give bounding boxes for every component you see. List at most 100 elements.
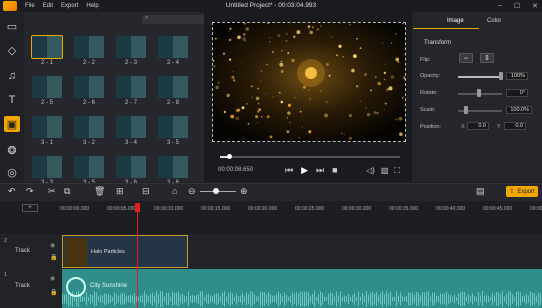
- split-icon[interactable]: ⊟: [142, 186, 150, 197]
- wave-bar: [332, 293, 333, 305]
- particle: [291, 58, 295, 63]
- playhead-handle[interactable]: [135, 203, 140, 212]
- elements-icon[interactable]: ◎: [4, 164, 20, 180]
- particle: [307, 25, 311, 28]
- wave-bar: [516, 291, 517, 307]
- search-icon: ⌕: [145, 15, 149, 21]
- transition-thumb[interactable]: [74, 36, 104, 58]
- seek-handle[interactable]: [227, 154, 232, 159]
- preview-seekbar[interactable]: [220, 154, 400, 159]
- undo-icon[interactable]: ↶: [8, 186, 16, 197]
- maximize-icon[interactable]: ☐: [514, 2, 520, 10]
- particle: [359, 100, 361, 102]
- text-icon[interactable]: T: [4, 92, 20, 108]
- rotate-knob[interactable]: [477, 89, 481, 97]
- zoom-knob[interactable]: [213, 188, 219, 194]
- wave-bar: [434, 292, 435, 306]
- wave-bar: [416, 291, 417, 307]
- close-icon[interactable]: ✕: [532, 2, 538, 10]
- flip-vertical-button[interactable]: ⇕: [480, 53, 494, 63]
- particle: [229, 27, 232, 30]
- add-track-icon[interactable]: +: [22, 204, 38, 212]
- pos-y-input[interactable]: 0.0: [504, 122, 526, 130]
- transition-thumb[interactable]: [116, 156, 146, 178]
- minimize-icon[interactable]: –: [498, 2, 502, 10]
- particle: [307, 89, 309, 91]
- copy-icon[interactable]: ⧉: [64, 186, 70, 197]
- particle: [278, 91, 281, 94]
- delete-icon[interactable]: 🗑: [94, 186, 105, 197]
- lock-icon[interactable]: 🔒: [50, 254, 57, 261]
- scale-value[interactable]: 100.0%: [506, 106, 532, 114]
- playhead[interactable]: [137, 204, 138, 308]
- transition-thumb[interactable]: [74, 156, 104, 178]
- particle: [285, 32, 288, 36]
- transition-thumb[interactable]: [116, 36, 146, 58]
- snapshot-icon[interactable]: ▧: [381, 166, 389, 176]
- particle: [233, 79, 236, 82]
- stop-icon[interactable]: ■: [332, 165, 337, 176]
- wave-bar: [242, 292, 243, 306]
- lock-icon[interactable]: 🔒: [50, 289, 57, 296]
- particle: [222, 52, 226, 55]
- export-file-icon[interactable]: ▤: [476, 186, 485, 197]
- volume-icon[interactable]: ◁): [366, 166, 375, 176]
- transition-thumb[interactable]: [32, 116, 62, 138]
- audio-clip[interactable]: City Sunshine: [62, 269, 542, 308]
- volume-icon[interactable]: ◉: [50, 275, 55, 282]
- crop-icon[interactable]: ⊞: [116, 186, 124, 197]
- cut-icon[interactable]: ✂: [48, 186, 56, 197]
- particle: [402, 23, 404, 25]
- transitions-icon[interactable]: ▣: [4, 116, 20, 132]
- forward-icon[interactable]: ⏭: [316, 165, 324, 176]
- redo-icon[interactable]: ↷: [26, 186, 34, 197]
- transition-thumb[interactable]: [31, 35, 63, 59]
- zoom-in-icon[interactable]: ⊕: [240, 186, 248, 197]
- wave-bar: [172, 291, 173, 307]
- tab-underline: [413, 28, 479, 29]
- transition-thumb[interactable]: [32, 156, 62, 178]
- transition-thumb[interactable]: [74, 116, 104, 138]
- play-icon[interactable]: ▶: [301, 165, 308, 176]
- particle: [261, 116, 263, 118]
- particle: [260, 80, 262, 82]
- transition-thumb[interactable]: [158, 116, 188, 138]
- transition-thumb[interactable]: [74, 76, 104, 98]
- wave-bar: [476, 296, 477, 302]
- wave-bar: [430, 296, 431, 302]
- particle: [383, 78, 386, 81]
- wave-bar: [526, 293, 527, 305]
- scale-knob[interactable]: [464, 106, 468, 114]
- rotate-value[interactable]: 0°: [506, 89, 528, 97]
- layers-icon[interactable]: ◇: [4, 42, 20, 58]
- fullscreen-icon[interactable]: ⛶: [394, 166, 400, 176]
- transition-thumb[interactable]: [158, 36, 188, 58]
- opacity-slider[interactable]: [458, 76, 502, 78]
- wave-bar: [178, 291, 179, 307]
- transition-thumb[interactable]: [116, 116, 146, 138]
- transition-thumb[interactable]: [158, 76, 188, 98]
- eye-icon[interactable]: ◉: [50, 242, 55, 249]
- wave-bar: [218, 293, 219, 305]
- effects-icon[interactable]: ❂: [4, 142, 20, 158]
- zoom-out-icon[interactable]: ⊖: [188, 186, 196, 197]
- flip-horizontal-button[interactable]: ⇔: [459, 53, 473, 63]
- transition-thumb[interactable]: [158, 156, 188, 178]
- opacity-value[interactable]: 100%: [506, 72, 528, 80]
- marker-icon[interactable]: ⌂: [172, 186, 177, 196]
- particle: [255, 115, 259, 119]
- tab-color[interactable]: Color: [487, 18, 501, 24]
- wave-bar: [142, 295, 143, 303]
- opacity-knob[interactable]: [499, 72, 503, 80]
- rewind-icon[interactable]: ⏮: [285, 165, 293, 176]
- export-button[interactable]: ⇪ Export: [506, 186, 538, 197]
- transition-thumb[interactable]: [116, 76, 146, 98]
- particle: [246, 103, 248, 105]
- transition-thumb[interactable]: [32, 76, 62, 98]
- video-clip[interactable]: Halo Particles: [62, 235, 188, 268]
- wave-bar: [408, 292, 409, 306]
- tab-image[interactable]: Image: [447, 18, 464, 24]
- media-folder-icon[interactable]: ▭: [4, 18, 20, 34]
- pos-x-input[interactable]: 0.0: [467, 122, 489, 130]
- audio-icon[interactable]: ♫: [4, 68, 20, 84]
